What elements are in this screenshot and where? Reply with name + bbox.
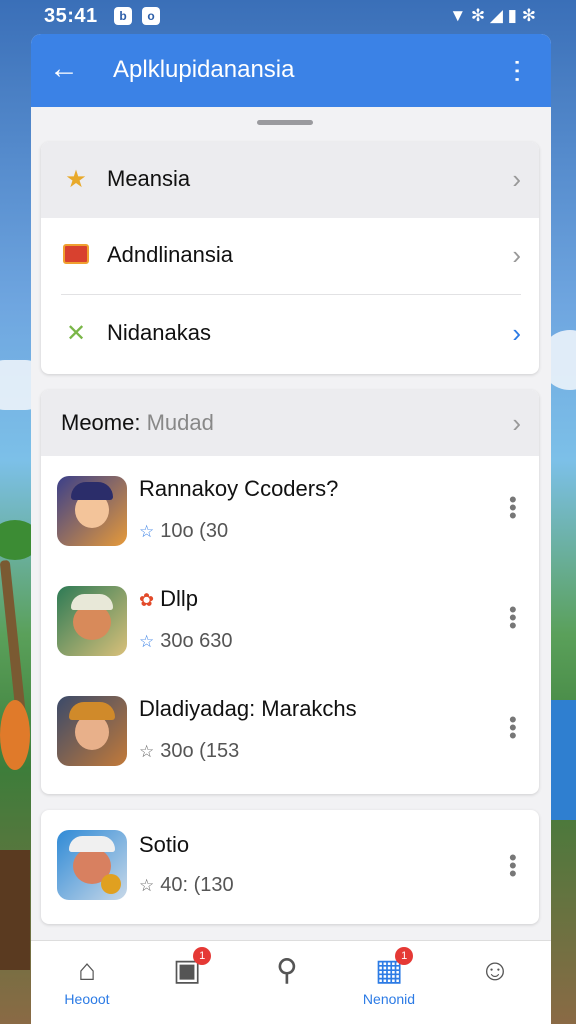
notification-badge: 1 xyxy=(193,947,212,965)
section-title-light: Mudad xyxy=(146,410,214,435)
list-item[interactable]: Rannakoy Ccoders? ☆ 10o (30 • • • xyxy=(41,456,539,566)
app-bar: ← Aplklupidanansia ⋯ xyxy=(31,34,551,107)
apps-icon: ▦ 1 xyxy=(375,947,414,989)
app-rating-value: 30o 630 xyxy=(160,630,233,652)
app-rating: ☆ 40: (130 xyxy=(139,874,234,897)
chevron-right-icon: › xyxy=(512,408,521,438)
app-name: ✿ Dllp xyxy=(139,586,198,612)
home-icon: ⌂ xyxy=(77,954,97,987)
star-icon: ☆ xyxy=(139,632,155,651)
app-rating: ☆ 10o (30 xyxy=(139,520,228,543)
more-vert-icon[interactable]: • • • xyxy=(509,599,517,637)
nav-search[interactable]: ⚲ xyxy=(247,953,327,1007)
star-icon: ☆ xyxy=(139,876,155,895)
app-rating-value: 40: (130 xyxy=(160,874,234,896)
more-vert-icon[interactable]: ⋯ xyxy=(503,58,533,84)
app-rating: ☆ 30o (153 xyxy=(139,740,239,763)
more-vert-icon[interactable]: • • • xyxy=(509,847,517,885)
menu-item-label: Meansia xyxy=(107,166,191,191)
drag-handle[interactable] xyxy=(257,120,313,125)
app-name: Dladiyadag: Marakchs xyxy=(139,696,357,721)
nav-label xyxy=(455,991,535,1007)
app-rating-value: 30o (153 xyxy=(160,740,240,762)
apps-section-card: Meome: Mudad › Rannakoy Ccoders? ☆ 10o (3… xyxy=(41,390,539,794)
search-icon: ⚲ xyxy=(276,954,298,987)
star-icon: ☆ xyxy=(139,742,155,761)
back-arrow-icon[interactable]: ← xyxy=(49,52,79,86)
nav-label: Nenonid xyxy=(362,991,416,1007)
nav-home[interactable]: ⌂ Heooot xyxy=(47,953,127,1007)
menu-item-meansia[interactable]: ★ Meansia › xyxy=(41,142,539,218)
list-item[interactable]: ✿ Dllp ☆ 30o 630 • • • xyxy=(41,566,539,676)
sheet-panel: ← Aplklupidanansia ⋯ ★ Meansia › Adndlin… xyxy=(31,34,551,1024)
app-thumbnail xyxy=(57,696,127,766)
system-icons: ▼ ✻ ◢ ▮ ✻ xyxy=(449,6,536,25)
app-thumbnail xyxy=(57,830,127,900)
menu-item-label: Adndlinansia xyxy=(107,242,233,267)
star-icon: ☆ xyxy=(139,522,155,541)
star-icon: ★ xyxy=(65,166,87,193)
nav-profile[interactable]: ☺ xyxy=(455,953,535,1007)
nav-apps[interactable]: ▦ 1 Nenonid xyxy=(349,947,429,1007)
app-name: Sotio xyxy=(139,832,190,857)
nav-label xyxy=(247,991,327,1007)
app-thumbnail xyxy=(57,586,127,656)
bottom-nav: ⌂ Heooot ▣ 1 ⚲ ▦ 1 Nenonid ☺ xyxy=(31,940,551,1024)
app-name: Rannakoy Ccoders? xyxy=(139,476,339,501)
flower-icon: ✿ xyxy=(139,590,155,610)
nav-label: Heooot xyxy=(64,991,110,1007)
nav-bag[interactable]: ▣ 1 xyxy=(147,947,227,1007)
app-rating-value: 10o (30 xyxy=(160,520,229,542)
app-rating: ☆ 30o 630 xyxy=(139,630,233,653)
chevron-right-icon: › xyxy=(512,318,521,348)
nav-label xyxy=(147,991,227,1007)
section-title-bold: Meome: xyxy=(61,410,141,435)
notification-icon: o xyxy=(142,7,160,25)
app-name-text: Dllp xyxy=(160,586,198,611)
apps-section-header[interactable]: Meome: Mudad › xyxy=(41,390,539,456)
butterfly-icon: ✕ xyxy=(65,320,87,347)
chevron-right-icon: › xyxy=(512,164,521,194)
status-bar: 35:41 b o ▼ ✻ ◢ ▮ ✻ xyxy=(0,0,576,34)
clock: 35:41 xyxy=(44,5,98,27)
bag-icon: ▣ 1 xyxy=(173,947,212,989)
menu-item-adndlinansia[interactable]: Adndlinansia › xyxy=(41,218,539,294)
notification-icon: b xyxy=(114,7,132,25)
menu-card: ★ Meansia › Adndlinansia › ✕ Nidanakas › xyxy=(41,142,539,374)
app-thumbnail xyxy=(57,476,127,546)
more-vert-icon[interactable]: • • • xyxy=(509,489,517,527)
menu-item-label: Nidanakas xyxy=(107,320,211,345)
list-item[interactable]: Dladiyadag: Marakchs ☆ 30o (153 • • • xyxy=(41,676,539,786)
notification-badge: 1 xyxy=(395,947,414,965)
chevron-right-icon: › xyxy=(512,240,521,270)
menu-item-nidanakas[interactable]: ✕ Nidanakas › xyxy=(41,296,539,372)
wallet-icon xyxy=(63,244,89,268)
divider xyxy=(61,294,521,295)
section-title: Meome: Mudad xyxy=(61,410,214,436)
single-app-card[interactable]: Sotio ☆ 40: (130 • • • xyxy=(41,810,539,924)
more-vert-icon[interactable]: • • • xyxy=(509,709,517,747)
profile-icon: ☺ xyxy=(479,954,511,987)
page-title: Aplklupidanansia xyxy=(113,56,295,83)
